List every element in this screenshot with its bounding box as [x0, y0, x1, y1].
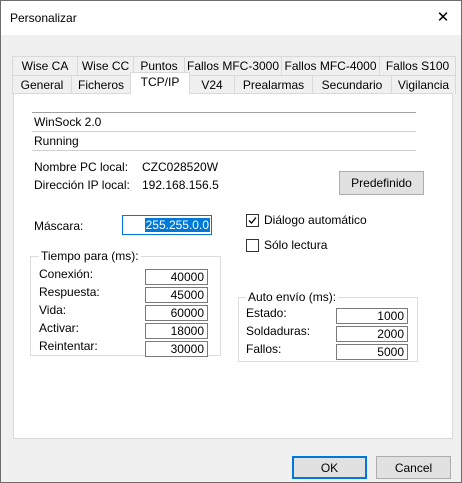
activar-input[interactable]: 18000: [145, 323, 208, 339]
pc-name-label: Nombre PC local:: [34, 160, 129, 174]
close-icon[interactable]: ✕: [431, 6, 455, 28]
vida-label: Vida:: [39, 303, 67, 317]
mascara-label: Máscara:: [34, 219, 84, 233]
mascara-input[interactable]: 255.255.0.0: [122, 215, 212, 235]
customize-dialog: Personalizar ✕ Wise CA Wise CC Puntos Fa…: [0, 0, 462, 483]
fallos-label: Fallos:: [246, 342, 282, 356]
tab-fallos-mfc-4000[interactable]: Fallos MFC-4000: [281, 56, 380, 75]
dialogo-label[interactable]: Diálogo automático: [264, 213, 367, 227]
window-title: Personalizar: [10, 11, 77, 25]
solo-lectura-checkbox[interactable]: [246, 239, 259, 252]
tab-general[interactable]: General: [12, 75, 72, 94]
pc-name-value: CZC028520W: [142, 160, 219, 174]
tab-fallos-mfc-3000[interactable]: Fallos MFC-3000: [184, 56, 282, 75]
estado-input[interactable]: 1000: [336, 308, 408, 324]
pc-ip-value: 192.168.156.5: [142, 178, 219, 192]
tcp-ip-panel: WinSock 2.0 Running Nombre PC local: CZC…: [13, 93, 453, 439]
cancel-button[interactable]: Cancel: [376, 456, 451, 479]
respuesta-input[interactable]: 45000: [145, 287, 208, 303]
reintentar-label: Reintentar:: [39, 339, 98, 353]
vida-input[interactable]: 60000: [145, 305, 208, 321]
title-bar: Personalizar ✕: [1, 1, 461, 35]
divider-bottom: [32, 150, 416, 151]
tab-prealarmas[interactable]: Prealarmas: [234, 75, 313, 94]
tab-wise-ca[interactable]: Wise CA: [12, 56, 78, 75]
estado-label: Estado:: [246, 306, 287, 320]
tab-secundario[interactable]: Secundario: [312, 75, 392, 94]
mascara-value: 255.255.0.0: [144, 218, 210, 232]
soldaduras-input[interactable]: 2000: [336, 326, 408, 342]
auto-envio-group-label: Auto envío (ms):: [246, 290, 339, 304]
tab-wise-cc[interactable]: Wise CC: [77, 56, 134, 75]
ok-button[interactable]: OK: [292, 456, 367, 479]
divider-mid: [32, 131, 416, 132]
tab-ficheros[interactable]: Ficheros: [71, 75, 131, 94]
winsock-version: WinSock 2.0: [34, 115, 102, 129]
checkmark-icon: [248, 217, 257, 224]
soldaduras-label: Soldaduras:: [246, 324, 311, 338]
solo-lectura-label[interactable]: Sólo lectura: [264, 238, 327, 252]
tab-tcp-ip[interactable]: TCP/IP: [130, 72, 190, 94]
tiempo-group-label: Tiempo para (ms):: [39, 249, 141, 263]
respuesta-label: Respuesta:: [39, 285, 100, 299]
reintentar-input[interactable]: 30000: [145, 341, 208, 357]
tab-fallos-s100[interactable]: Fallos S100: [379, 56, 456, 75]
divider-top: [32, 112, 416, 113]
dialogo-checkbox[interactable]: [246, 214, 259, 227]
conexion-input[interactable]: 40000: [145, 269, 208, 285]
fallos-input[interactable]: 5000: [336, 344, 408, 360]
tab-v24[interactable]: V24: [189, 75, 235, 94]
predefinido-button[interactable]: Predefinido: [339, 171, 424, 195]
tab-vigilancia[interactable]: Vigilancia: [391, 75, 456, 94]
conexion-label: Conexión:: [39, 267, 94, 281]
pc-ip-label: Dirección IP local:: [34, 178, 130, 192]
winsock-status: Running: [34, 134, 79, 148]
activar-label: Activar:: [39, 321, 80, 335]
